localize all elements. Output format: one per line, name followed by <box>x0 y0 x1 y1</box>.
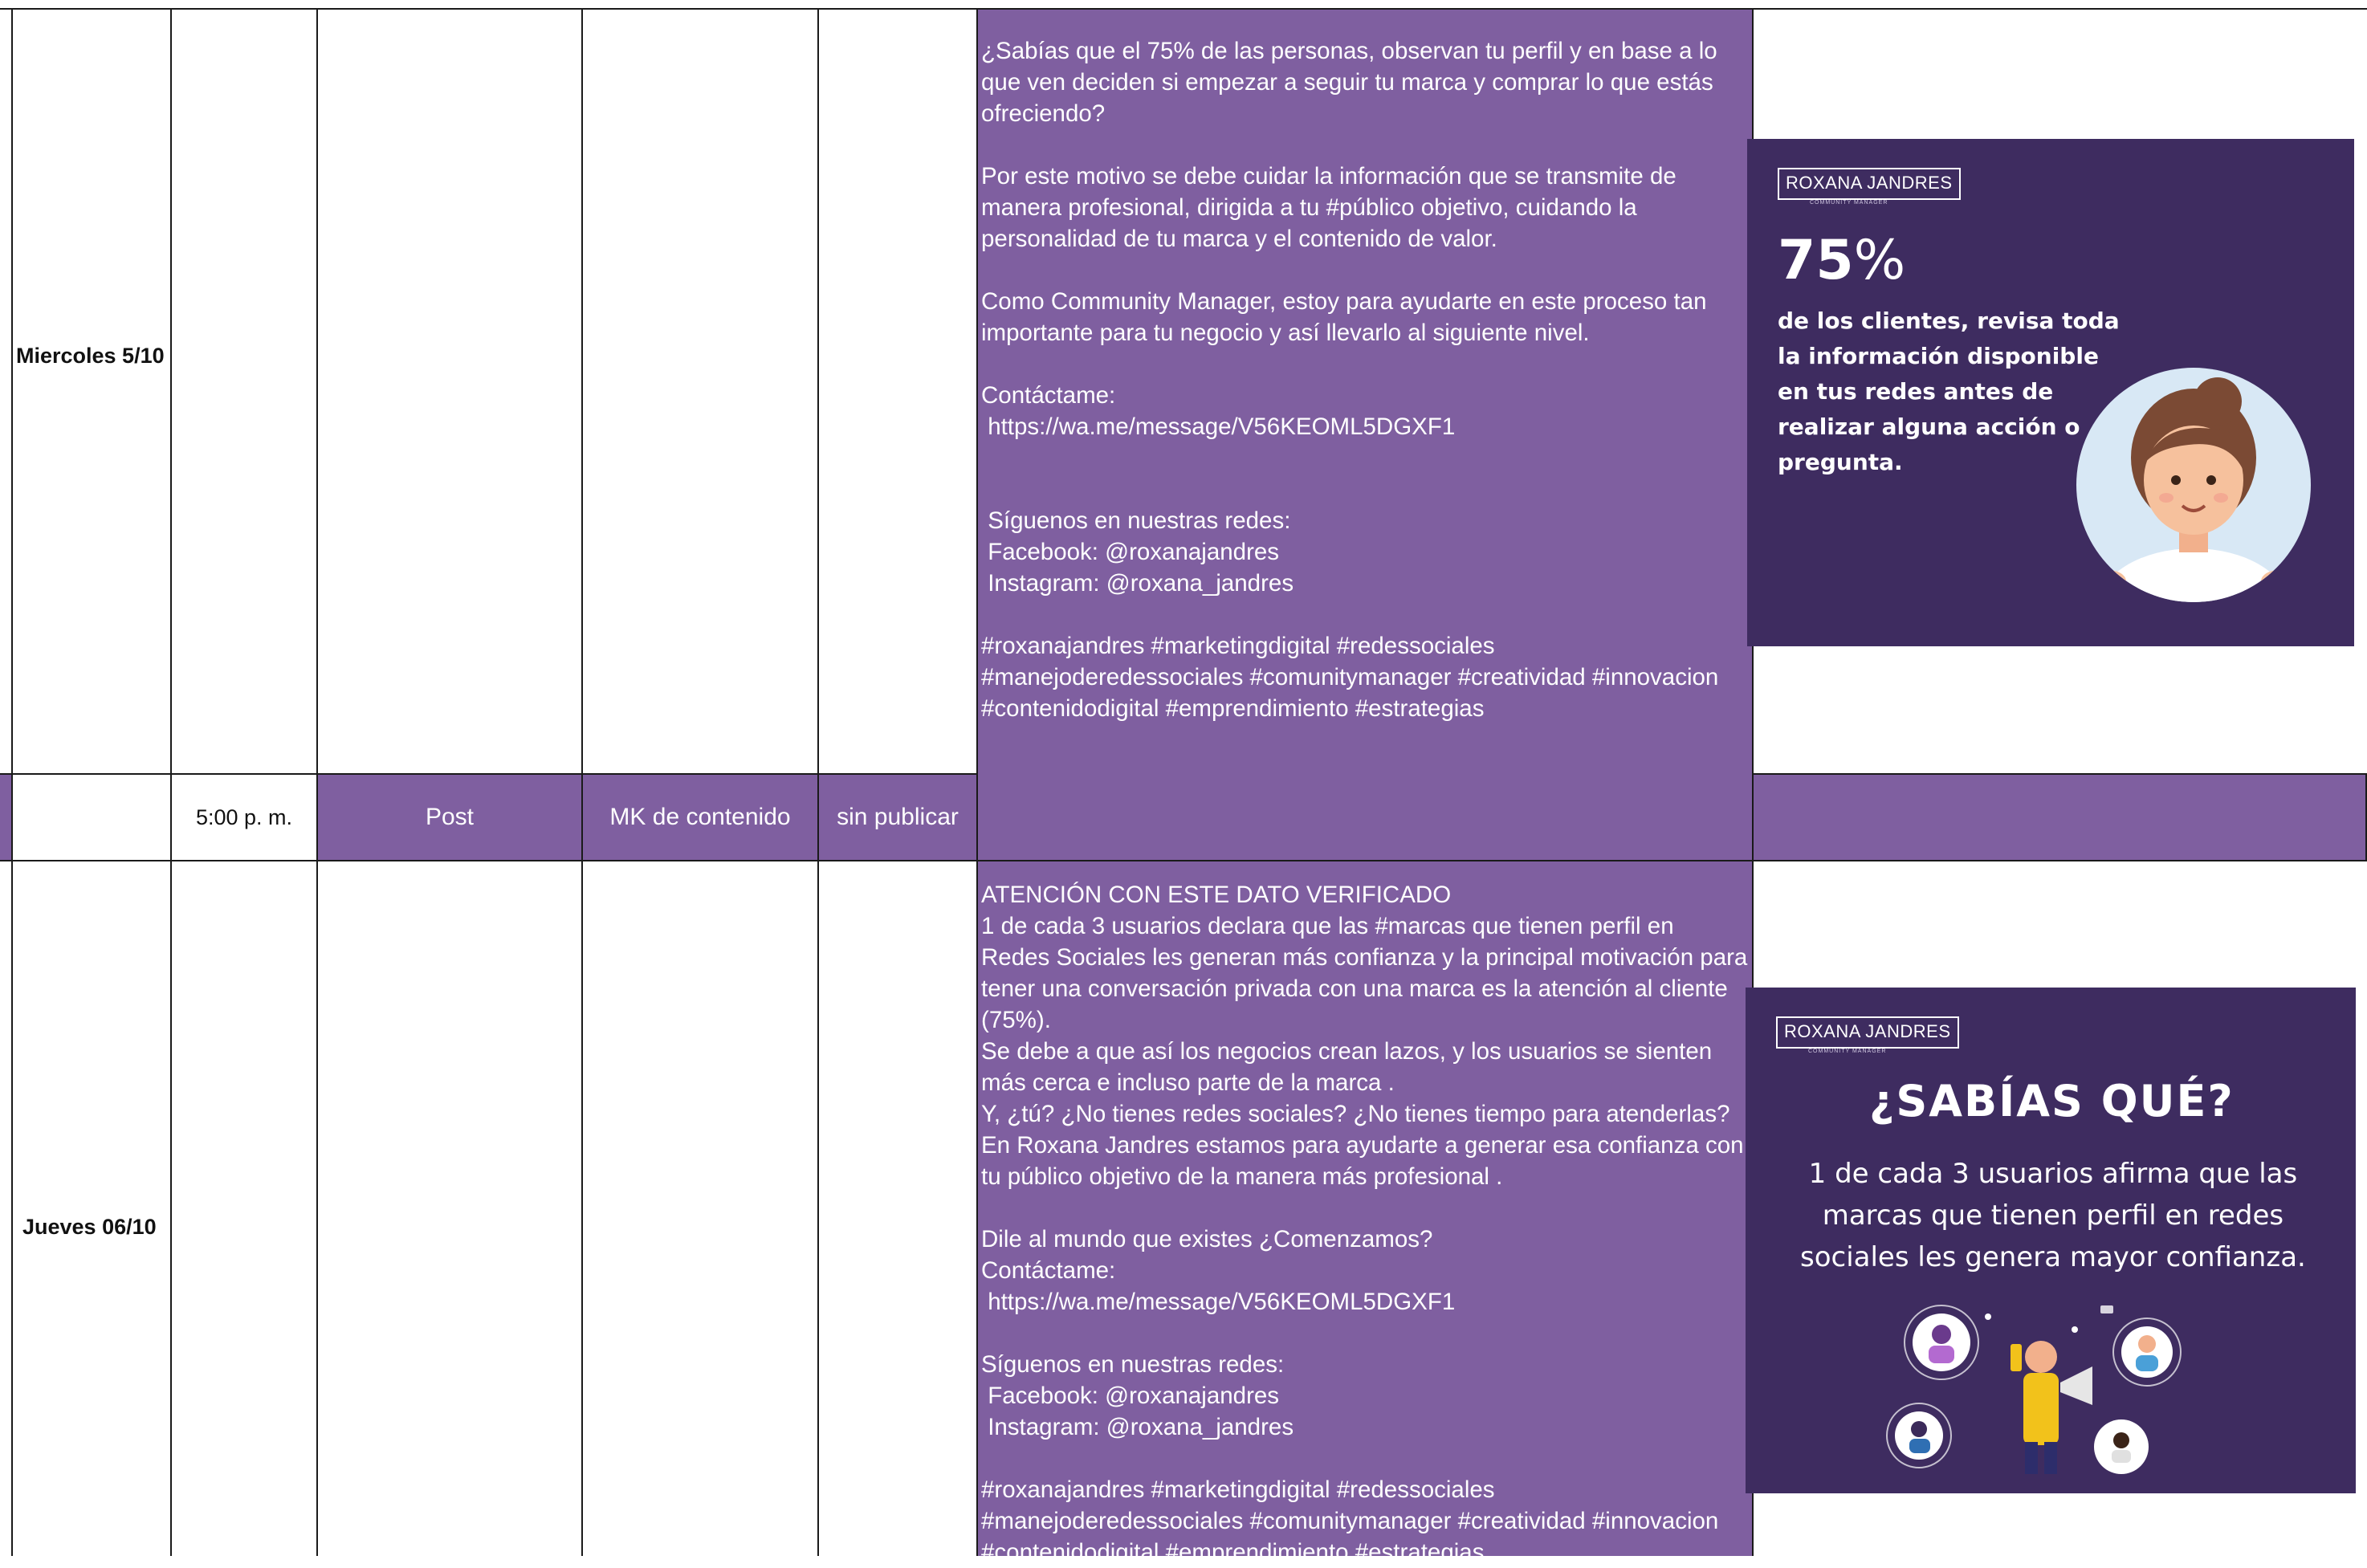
status-cell[interactable] <box>819 10 978 775</box>
table-row: 5:00 p. m. Post MK de contenido sin publ… <box>0 775 2367 861</box>
category-cell[interactable]: MK de contenido <box>583 775 819 860</box>
time-cell[interactable]: 5:00 p. m. <box>172 775 318 860</box>
spreadsheet: Miercoles 5/10 ¿Sabías que el 75% de las… <box>0 0 2367 1566</box>
status-cell[interactable] <box>819 861 978 1556</box>
woman-avatar-icon <box>2091 377 2296 602</box>
promo-image-sabias-que[interactable]: ROXANA JANDRES COMMUNITY MANAGER ¿SABÍAS… <box>1746 988 2356 1493</box>
brand-tagline: COMMUNITY MANAGER <box>1810 200 1888 206</box>
time-value: 5:00 p. m. <box>195 805 293 829</box>
type-cell[interactable] <box>318 861 583 1556</box>
day-cell[interactable]: Miercoles 5/10 <box>11 10 172 775</box>
stat-description: de los clientes, revisa toda la informac… <box>1778 307 2120 475</box>
brand-logo: ROXANA JANDRES <box>1778 168 1961 200</box>
copy-cell[interactable]: ATENCIÓN CON ESTE DATO VERIFICADO 1 de c… <box>978 861 1754 1566</box>
image-cell[interactable] <box>1754 775 2367 860</box>
people-network-illustration-icon <box>1886 1305 2182 1474</box>
status-value: sin publicar <box>837 804 959 830</box>
type-cell[interactable] <box>318 10 583 775</box>
category-cell[interactable] <box>583 10 819 775</box>
copy-cell[interactable]: ¿Sabías que el 75% de las personas, obse… <box>978 10 1754 775</box>
post-copy-text: ¿Sabías que el 75% de las personas, obse… <box>981 38 1719 722</box>
headline: ¿SABÍAS QUÉ? <box>1869 1076 2235 1126</box>
day-cell[interactable]: Jueves 06/10 <box>11 775 172 1556</box>
type-value: Post <box>425 804 475 830</box>
stat-number: 75% <box>1778 229 1906 292</box>
category-value: MK de contenido <box>609 804 791 830</box>
type-cell[interactable]: Post <box>318 775 583 860</box>
status-cell[interactable]: sin publicar <box>819 775 978 860</box>
time-cell[interactable] <box>172 861 318 1556</box>
avatar-illustration <box>2076 368 2311 602</box>
copy-cell[interactable] <box>978 775 1754 860</box>
day-label: Miercoles 5/10 <box>16 344 165 368</box>
category-cell[interactable] <box>583 861 819 1556</box>
promo-image-75-percent[interactable]: ROXANA JANDRES COMMUNITY MANAGER 75% de … <box>1747 139 2354 646</box>
promo-text: 1 de cada 3 usuarios afirma que las marc… <box>1800 1158 2306 1273</box>
time-cell[interactable] <box>172 10 318 775</box>
brand-tagline: COMMUNITY MANAGER <box>1808 1049 1887 1054</box>
brand-logo: ROXANA JANDRES <box>1776 1016 1959 1049</box>
day-label: Jueves 06/10 <box>22 1215 157 1239</box>
post-copy-text: ATENCIÓN CON ESTE DATO VERIFICADO 1 de c… <box>981 882 1748 1566</box>
